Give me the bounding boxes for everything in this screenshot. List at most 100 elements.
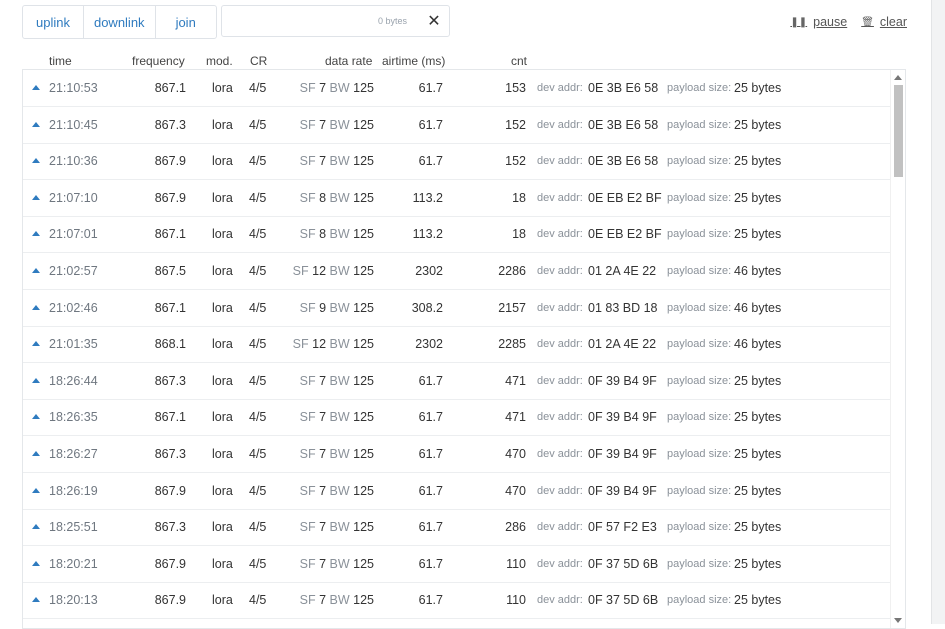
uplink-arrow-icon — [32, 451, 40, 456]
table-row[interactable]: 21:10:45 867.3 lora 4/5 SF 7 BW 125 61.7 152 de… — [23, 107, 891, 144]
row-data-rate: SF 7 BW 125 — [300, 484, 374, 498]
row-frequency: 867.3 — [154, 447, 186, 461]
row-airtime: 308.2 — [411, 300, 443, 315]
row-bw: 125 — [353, 264, 374, 278]
row-counter: 18 — [512, 227, 526, 242]
clear-button[interactable]: 🗑 clear — [861, 15, 907, 29]
filter-join-button[interactable]: join — [156, 6, 216, 38]
payload-size-label: payload size: — [667, 191, 732, 204]
row-counter: 2286 — [498, 264, 526, 278]
dev-addr-label: dev addr: — [537, 338, 583, 351]
uplink-arrow-icon — [32, 414, 40, 420]
table-row[interactable]: 18:26:19 867.9 lora 4/5 SF 7 BW 125 61.7 470 de… — [23, 473, 891, 510]
row-data-rate: SF 7 BW 125 — [300, 410, 374, 424]
row-payload-size: 25 bytes — [734, 227, 782, 242]
filter-downlink-button[interactable]: downlink — [84, 6, 156, 38]
dev-addr-label: dev addr: — [537, 191, 583, 204]
dev-addr-label: dev addr: — [537, 557, 583, 570]
row-time: 21:02:46 — [49, 300, 98, 315]
page-scrollbar[interactable] — [931, 0, 945, 624]
table-header: time frequency mod. CR data rate airtime… — [22, 54, 906, 70]
pause-button[interactable]: ❚❚ pause — [790, 15, 847, 29]
row-counter: 470 — [505, 483, 526, 498]
row-coding-rate: 4/5 — [249, 337, 267, 352]
row-dev-addr: 0F 39 B4 9F — [588, 410, 657, 425]
sf-label: SF — [299, 190, 316, 205]
table-row[interactable]: 18:20:13 867.9 lora 4/5 SF 7 BW 125 61.7 110 de… — [23, 582, 891, 620]
row-airtime: 61.7 — [418, 154, 443, 169]
row-bw: 125 — [353, 447, 374, 461]
traffic-table[interactable]: 21:10:53 867.1 lora 4/5 SF 7 BW 125 61.7 153 de… — [22, 69, 906, 629]
filter-input[interactable]: 0 bytes ✕ — [221, 5, 450, 37]
column-time: time — [49, 54, 72, 68]
scroll-up-icon[interactable] — [894, 75, 902, 80]
table-row[interactable]: 18:26:35 867.1 lora 4/5 SF 7 BW 125 61.7 471 de… — [23, 399, 891, 437]
row-payload-size: 25 bytes — [734, 154, 782, 169]
table-row[interactable]: 21:07:01 867.1 lora 4/5 SF 8 BW 125 113.2 18 de… — [23, 216, 891, 254]
column-data-rate: data rate — [325, 54, 373, 68]
bw-label: BW — [329, 337, 350, 352]
payload-size-label: payload size: — [667, 594, 732, 607]
row-sf: 12 — [312, 264, 327, 278]
table-row[interactable]: 18:20:21 867.9 lora 4/5 SF 7 BW 125 61.7 110 de… — [23, 546, 891, 583]
row-coding-rate: 4/5 — [249, 593, 267, 608]
table-row[interactable]: 21:01:35 868.1 lora 4/5 SF 12 BW 125 2302 2285… — [23, 326, 891, 364]
dev-addr-label: dev addr: — [537, 594, 583, 607]
row-counter: 152 — [505, 154, 526, 169]
row-modulation: lora — [212, 227, 233, 242]
bw-label: BW — [329, 264, 350, 278]
row-bw: 125 — [353, 190, 374, 205]
table-row[interactable]: 18:25:51 867.3 lora 4/5 SF 7 BW 125 61.7 286 de… — [23, 509, 891, 547]
row-sf: 7 — [319, 373, 327, 388]
pause-icon: ❚❚ — [790, 16, 808, 28]
row-frequency: 867.9 — [154, 556, 186, 571]
row-counter: 110 — [506, 556, 526, 571]
row-counter: 18 — [512, 190, 526, 205]
row-payload-size: 25 bytes — [734, 593, 782, 608]
row-frequency: 867.9 — [154, 190, 186, 205]
row-coding-rate: 4/5 — [249, 81, 267, 95]
sf-label: SF — [299, 81, 316, 95]
row-time: 21:02:57 — [49, 264, 98, 278]
bw-label: BW — [329, 483, 350, 498]
table-row[interactable]: 21:10:53 867.1 lora 4/5 SF 7 BW 125 61.7 153 de… — [23, 70, 891, 107]
row-dev-addr: 0E 3B E6 58 — [588, 81, 659, 95]
filter-uplink-button[interactable]: uplink — [23, 6, 84, 38]
row-data-rate: SF 9 BW 125 — [300, 301, 374, 315]
bw-label: BW — [329, 593, 350, 608]
row-modulation: lora — [212, 483, 233, 498]
row-airtime: 61.7 — [418, 447, 443, 461]
column-cnt: cnt — [511, 54, 528, 68]
row-time: 21:10:53 — [49, 81, 98, 95]
dev-addr-label: dev addr: — [537, 484, 583, 497]
row-coding-rate: 4/5 — [249, 154, 267, 169]
row-payload-size: 46 bytes — [734, 337, 782, 352]
dev-addr-label: dev addr: — [537, 374, 583, 387]
dev-addr-label: dev addr: — [537, 521, 583, 534]
table-row[interactable]: 18:26:44 867.3 lora 4/5 SF 7 BW 125 61.7 471 de… — [23, 363, 891, 400]
scrollbar-thumb[interactable] — [894, 85, 903, 177]
scrollbar[interactable] — [890, 70, 905, 628]
close-icon[interactable]: ✕ — [419, 6, 449, 36]
uplink-arrow-icon — [32, 268, 40, 273]
row-airtime: 61.7 — [418, 556, 443, 571]
payload-size-label: payload size: — [667, 82, 732, 94]
table-row[interactable]: 21:07:10 867.9 lora 4/5 SF 8 BW 125 113.2 18 de… — [23, 180, 891, 217]
row-time: 18:20:21 — [49, 556, 98, 571]
row-counter: 471 — [505, 410, 526, 425]
table-row[interactable]: 21:02:46 867.1 lora 4/5 SF 9 BW 125 308.2 2157… — [23, 290, 891, 327]
row-time: 21:10:36 — [49, 154, 98, 169]
scroll-down-icon[interactable] — [894, 618, 902, 623]
table-row[interactable]: 21:10:36 867.9 lora 4/5 SF 7 BW 125 61.7 152 de… — [23, 143, 891, 181]
table-row[interactable]: 18:26:27 867.3 lora 4/5 SF 7 BW 125 61.7 470 de… — [23, 436, 891, 473]
table-row[interactable]: 21:02:57 867.5 lora 4/5 SF 12 BW 125 2302 2286… — [23, 253, 891, 290]
row-time: 21:07:10 — [49, 190, 98, 205]
sf-label: SF — [299, 227, 316, 242]
row-data-rate: SF 7 BW 125 — [300, 118, 374, 132]
uplink-arrow-icon — [32, 341, 40, 347]
row-bw: 125 — [353, 337, 374, 352]
row-bw: 125 — [353, 410, 374, 425]
row-counter: 110 — [506, 593, 526, 608]
sf-label: SF — [299, 483, 316, 498]
row-time: 18:20:13 — [49, 593, 98, 608]
